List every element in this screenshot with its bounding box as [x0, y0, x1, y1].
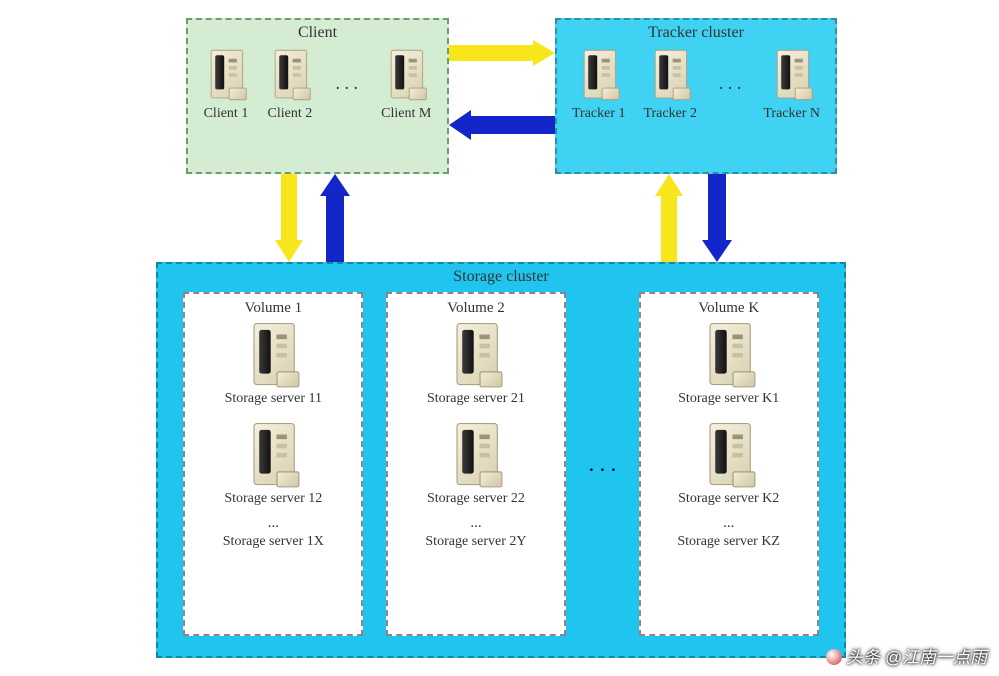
server-icon [773, 50, 811, 102]
client-label: Client 1 [204, 106, 249, 122]
server-icon [249, 323, 297, 390]
arrow-storage-to-tracker-icon [655, 174, 683, 262]
volume-group: Volume 1 Storage server 11 Storage serve… [183, 292, 363, 636]
tracker-node: Tracker 1 [572, 44, 626, 122]
storage-server-label: Storage server 21 [427, 391, 525, 407]
logo-icon [826, 649, 842, 665]
server-icon [271, 50, 309, 102]
tracker-node: Tracker 2 [643, 44, 697, 122]
tracker-title: Tracker cluster [557, 20, 835, 44]
storage-title: Storage cluster [158, 264, 844, 288]
tracker-label: Tracker 2 [643, 106, 697, 122]
server-icon [580, 50, 618, 102]
ellipsis: ... [268, 515, 279, 532]
volume-title: Volume K [698, 300, 759, 317]
watermark-text: 头条 @江南一点雨 [846, 648, 987, 667]
ellipsis: ... [723, 515, 734, 532]
server-icon [249, 423, 297, 490]
client-cluster: Client Client 1 Client 2 . . . Client M [186, 18, 449, 174]
volume-group: Volume K Storage server K1 Storage serve… [639, 292, 819, 636]
watermark: 头条 @江南一点雨 [826, 643, 987, 668]
ellipsis: . . . [715, 73, 746, 94]
storage-server-label: Storage server 1X [223, 534, 324, 550]
volume-title: Volume 2 [447, 300, 505, 317]
arrow-tracker-to-client-icon [449, 110, 555, 140]
server-icon [651, 50, 689, 102]
server-icon [705, 423, 753, 490]
ellipsis: . . . [331, 73, 362, 94]
client-node: Client 2 [268, 44, 313, 122]
tracker-cluster: Tracker cluster Tracker 1 Tracker 2 . . … [555, 18, 837, 174]
client-title: Client [188, 20, 447, 44]
server-icon [452, 423, 500, 490]
arrow-storage-to-client-icon [320, 174, 350, 262]
server-icon [452, 323, 500, 390]
client-label: Client M [381, 106, 431, 122]
tracker-node: Tracker N [763, 44, 820, 122]
server-icon [705, 323, 753, 390]
arrow-tracker-to-storage-icon [702, 174, 732, 262]
client-node: Client M [381, 44, 431, 122]
server-icon [207, 50, 245, 102]
tracker-label: Tracker N [763, 106, 820, 122]
arrow-client-to-tracker-icon [449, 40, 555, 66]
storage-server-label: Storage server 2Y [425, 534, 526, 550]
storage-server-label: Storage server KZ [677, 534, 780, 550]
storage-server-label: Storage server K1 [678, 391, 779, 407]
ellipsis: ... [470, 515, 481, 532]
storage-server-label: Storage server 12 [224, 491, 322, 507]
ellipsis: . . . [589, 451, 617, 477]
storage-server-label: Storage server 22 [427, 491, 525, 507]
volume-title: Volume 1 [244, 300, 302, 317]
storage-cluster: Storage cluster Volume 1 Storage server … [156, 262, 846, 658]
storage-server-label: Storage server K2 [678, 491, 779, 507]
tracker-label: Tracker 1 [572, 106, 626, 122]
storage-server-label: Storage server 11 [225, 391, 322, 407]
client-label: Client 2 [268, 106, 313, 122]
server-icon [387, 50, 425, 102]
arrow-client-to-storage-icon [275, 174, 303, 262]
volume-group: Volume 2 Storage server 21 Storage serve… [386, 292, 566, 636]
client-node: Client 1 [204, 44, 249, 122]
